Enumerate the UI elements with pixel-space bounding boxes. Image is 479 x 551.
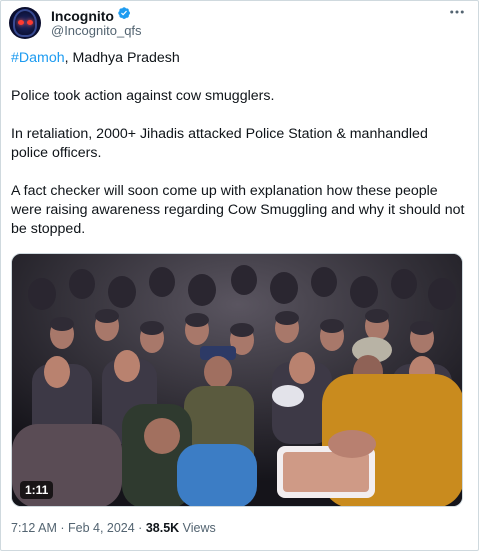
author-display-name[interactable]: Incognito <box>51 8 114 24</box>
tweet-paragraph-1: #Damoh, Madhya Pradesh <box>11 49 466 68</box>
video-duration-badge: 1:11 <box>20 481 54 499</box>
author-avatar[interactable] <box>9 7 41 39</box>
post-time[interactable]: 7:12 AM <box>11 521 57 535</box>
more-options-icon[interactable] <box>448 3 466 26</box>
avatar-eye-left <box>18 20 24 25</box>
author-handle[interactable]: @Incognito_qfs <box>51 23 142 38</box>
meta-separator-2: · <box>134 521 146 535</box>
hood-shape <box>13 9 37 37</box>
tweet-paragraph-4: A fact checker will soon come up with ex… <box>11 183 465 237</box>
tweet-paragraph-3: In retaliation, 2000+ Jihadis attacked P… <box>11 126 428 161</box>
tweet-card: Incognito @Incognito_qfs #Damoh, Madhya … <box>0 0 479 551</box>
tweet-text: #Damoh, Madhya Pradesh Police took actio… <box>11 49 466 258</box>
avatar-eye-right <box>27 20 33 25</box>
video-player[interactable]: 1:11 <box>11 253 463 507</box>
location-text: , Madhya Pradesh <box>64 50 180 66</box>
hashtag-link[interactable]: #Damoh <box>11 50 65 66</box>
post-date[interactable]: Feb 4, 2024 <box>68 521 135 535</box>
tweet-meta: 7:12 AM · Feb 4, 2024 · 38.5K Views <box>11 521 216 535</box>
tweet-paragraph-2: Police took action against cow smugglers… <box>11 88 275 104</box>
views-count: 38.5K <box>145 521 180 535</box>
views-label: Views <box>179 521 216 535</box>
meta-separator: · <box>56 521 68 535</box>
video-frame-crowd-scene <box>12 254 462 506</box>
